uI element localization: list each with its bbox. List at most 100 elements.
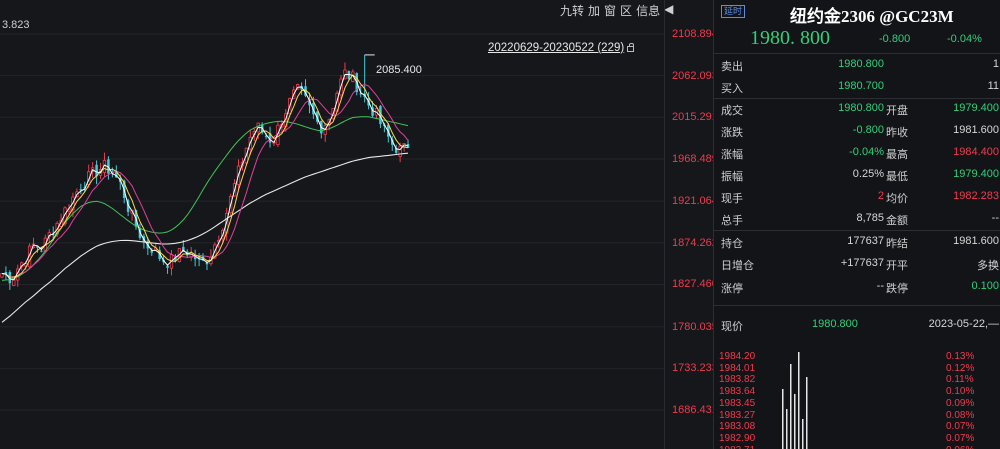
- quote-field-value: 1979.400: [953, 102, 999, 114]
- quote-field-label: 金额: [886, 215, 908, 227]
- toolbar-item-info[interactable]: 信息: [636, 2, 660, 19]
- quote-field-value: 1979.400: [953, 168, 999, 180]
- price-axis-tick: 1733.233: [672, 362, 718, 375]
- price-axis-tick: 1827.460: [672, 278, 718, 291]
- quote-panel: 延时 纽约金2306 @GC23M 1980. 800 -0.800 -0.04…: [713, 0, 1000, 449]
- quote-field-value: 1981.600: [953, 235, 999, 247]
- quote-field-label: 昨收: [886, 127, 908, 139]
- depth-bar: [782, 389, 784, 449]
- quote-field-value: 0.100: [971, 280, 999, 292]
- toolbar-item-add[interactable]: 加: [588, 2, 600, 19]
- quote-row: 涨幅 -0.04% 最高 1984.400: [714, 142, 1000, 164]
- price-axis: 2108.894 2062.093 2015.291 1968.489 1921.064…: [664, 0, 718, 449]
- quote-row: 日增仓 +177637 开平 多换: [714, 253, 1000, 275]
- quote-field-label: 买入: [721, 83, 743, 95]
- quote-field-value: 1980.800: [838, 58, 884, 70]
- depth-price-label: 1984.20: [719, 351, 756, 362]
- candle: [4, 266, 8, 280]
- depth-pct-label: 0.08%: [946, 409, 975, 421]
- price-axis-tick: 1686.431: [672, 404, 718, 416]
- quote-field-value: 1984.400: [953, 146, 999, 158]
- depth-bar: [790, 364, 792, 449]
- quote-field-label: 最低: [886, 171, 908, 183]
- quote-row: 成交 1980.800 开盘 1979.400: [714, 98, 1000, 120]
- quote-field-value: 1980.700: [838, 80, 884, 92]
- depth-pct-label: 0.12%: [946, 362, 975, 374]
- price-change: -0.800: [879, 33, 911, 45]
- candle: [320, 120, 323, 139]
- depth-bar: [802, 419, 804, 449]
- candle: [193, 249, 197, 267]
- divider: [714, 230, 1000, 231]
- depth-pct-label: 0.13%: [946, 351, 975, 362]
- kline-chart[interactable]: [0, 0, 713, 449]
- depth-price-label: 1983.82: [719, 374, 756, 386]
- quote-row: 涨停 -- 跌停 0.100: [714, 276, 1000, 298]
- depth-pct-label: 0.09%: [946, 397, 975, 409]
- corner-value: 3.823: [2, 19, 30, 31]
- price-axis-tick: 1780.035: [672, 320, 718, 333]
- quote-row: 振幅 0.25% 最低 1979.400: [714, 164, 1000, 186]
- spot-label: 现价: [721, 321, 743, 333]
- quote-field-label: 跌停: [886, 283, 908, 295]
- depth-pct-label: 0.07%: [946, 421, 975, 433]
- ma10-line: [1, 74, 409, 278]
- depth-bar: [798, 352, 800, 449]
- quote-field-label: 振幅: [721, 171, 743, 183]
- spot-row: 现价 1980.800 2023-05-22,—: [714, 316, 1000, 336]
- quote-row: 买入 1980.700 11: [714, 76, 1000, 98]
- candle: [79, 183, 83, 195]
- quote-field-label: 均价: [886, 193, 908, 205]
- quote-row: 总手 8,785 金额 --: [714, 208, 1000, 230]
- last-price: 1980. 800: [750, 27, 830, 49]
- quote-field-value: 2: [877, 190, 884, 202]
- depth-pct-label: 0.10%: [946, 386, 975, 398]
- quote-field-value: -0.800: [852, 124, 884, 136]
- price-axis-tick: 1968.489: [672, 152, 718, 165]
- depth-price-label: 1983.08: [719, 421, 756, 433]
- candle: [166, 265, 169, 274]
- ma5-line: [1, 74, 409, 281]
- delay-badge: 延时: [721, 5, 746, 18]
- depth-pct-label: 0.07%: [946, 432, 975, 444]
- quote-field-value: --: [876, 280, 884, 292]
- price-change-pct: -0.04%: [947, 33, 982, 45]
- ma20-line: [1, 83, 409, 278]
- quote-field-label: 涨停: [721, 283, 743, 295]
- depth-volume-svg: [782, 352, 808, 449]
- quote-field-label: 持仓: [721, 238, 743, 250]
- spot-datetime: 2023-05-22,—: [928, 318, 999, 330]
- quote-row: 现手 2 均价 1982.283: [714, 186, 1000, 208]
- chart-toolbar: 九转 加 窗 区 信息 ◀: [560, 2, 673, 19]
- depth-price-label: 1983.45: [719, 397, 756, 409]
- contract-title: 纽约金2306 @GC23M: [790, 7, 954, 26]
- candle: [323, 123, 327, 142]
- quote-field-label: 涨幅: [721, 149, 743, 161]
- date-range-text: 20220629-20230522 (229): [488, 42, 625, 54]
- depth-price-label: 1984.01: [719, 362, 756, 374]
- quote-field-value: 1982.283: [953, 190, 999, 202]
- quote-field-value: 11: [987, 80, 999, 92]
- quote-field-value: 177637: [847, 235, 884, 247]
- quote-field-label: 最高: [886, 149, 908, 161]
- quote-field-label: 成交: [721, 105, 743, 117]
- quote-field-label: 昨结: [886, 238, 908, 250]
- quote-field-label: 开盘: [886, 105, 908, 117]
- quote-field-value: --: [991, 212, 999, 224]
- toolbar-item-area[interactable]: 区: [620, 2, 632, 19]
- candle: [406, 139, 410, 149]
- date-range-label[interactable]: 20220629-20230522 (229): [488, 42, 635, 54]
- candle: [268, 126, 272, 148]
- spot-value: 1980.800: [812, 318, 858, 330]
- depth-chart: 1984.20 1984.01 1983.82 1983.64 1983.45 1983.…: [714, 350, 1000, 449]
- toolbar-item-jiuzhuan[interactable]: 九转: [560, 2, 584, 19]
- lock-icon[interactable]: [627, 43, 635, 52]
- toolbar-item-window[interactable]: 窗: [604, 2, 616, 19]
- quote-field-label: 卖出: [721, 61, 743, 73]
- peak-price-label: 2085.400: [376, 64, 422, 76]
- divider: [714, 305, 1000, 306]
- quote-field-label: 开平: [886, 260, 908, 272]
- quote-field-value: 8,785: [856, 212, 884, 224]
- kline-chart-panel[interactable]: 九转 加 窗 区 信息 ◀ 3.823 20220629-20230522 (2…: [0, 0, 718, 449]
- depth-price-label: 1982.71: [719, 445, 755, 449]
